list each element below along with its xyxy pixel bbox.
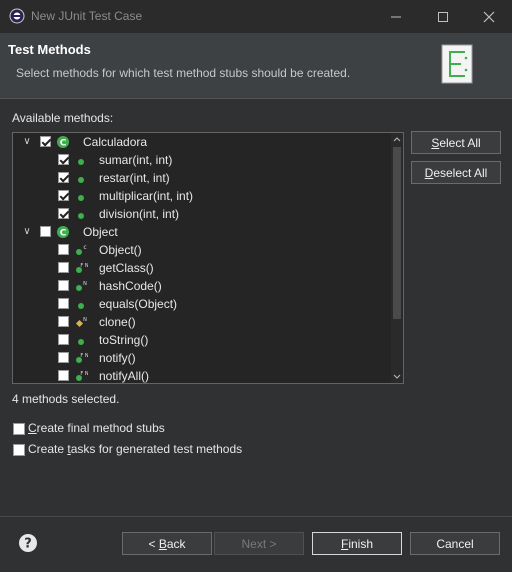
public-method-icon xyxy=(78,159,84,165)
tree-label: multiplicar(int, int) xyxy=(99,189,194,203)
checkbox-method[interactable] xyxy=(58,190,69,201)
public-method-icon xyxy=(78,177,84,183)
svg-text:c: c xyxy=(83,244,86,251)
svg-text:F N: F N xyxy=(80,353,88,359)
tree-scrollbar[interactable] xyxy=(391,133,403,383)
checkbox-method[interactable] xyxy=(58,334,69,345)
final-stubs-label[interactable]: Create final method stubs xyxy=(28,421,165,435)
finish-button[interactable]: Finish xyxy=(312,532,402,555)
tree-row-object[interactable]: ∨ C Object xyxy=(13,223,389,241)
tree-row-method[interactable]: N hashCode() xyxy=(13,277,389,295)
junit-wizard-banner-icon xyxy=(441,44,473,84)
native-method-icon: N xyxy=(76,281,87,291)
deselect-all-button[interactable]: Deselect All xyxy=(411,161,501,184)
checkbox-object[interactable] xyxy=(40,226,51,237)
maximize-icon[interactable] xyxy=(420,0,466,33)
checkbox-method[interactable] xyxy=(58,370,69,381)
class-icon: C xyxy=(57,226,69,239)
cancel-button[interactable]: Cancel xyxy=(410,532,500,555)
final-native-method-icon: F N xyxy=(76,371,88,381)
tree-label: division(int, int) xyxy=(99,207,180,221)
tree-label: restar(int, int) xyxy=(99,171,170,185)
available-methods-label: Available methods: xyxy=(12,111,114,125)
checkbox-method[interactable] xyxy=(58,154,69,165)
final-native-method-icon: F N xyxy=(76,263,88,273)
tree-row-method[interactable]: c Object() xyxy=(13,241,389,259)
tree-row-method[interactable]: equals(Object) xyxy=(13,295,389,313)
expand-chevron-icon[interactable]: ∨ xyxy=(21,136,33,148)
checkbox-method[interactable] xyxy=(58,244,69,255)
close-icon[interactable] xyxy=(466,0,512,33)
checkbox-method[interactable] xyxy=(58,352,69,363)
eclipse-icon xyxy=(9,8,25,24)
tree-label: toString() xyxy=(99,333,149,347)
tree-label: Calculadora xyxy=(83,135,148,149)
checkbox-calculadora[interactable] xyxy=(40,136,51,147)
tree-label: Object() xyxy=(99,243,142,257)
tree-label: sumar(int, int) xyxy=(99,153,173,167)
next-button[interactable]: Next > xyxy=(214,532,304,555)
svg-text:C: C xyxy=(60,139,67,149)
svg-text:C: C xyxy=(60,229,67,239)
checkbox-method[interactable] xyxy=(58,280,69,291)
tree-label: clone() xyxy=(99,315,136,329)
tree-label: notify() xyxy=(99,351,136,365)
class-icon: C xyxy=(57,136,69,149)
tree-row-calculadora[interactable]: ∨ C Calculadora xyxy=(13,133,389,151)
page-title: Test Methods xyxy=(8,42,91,57)
scrollbar-thumb[interactable] xyxy=(393,147,401,319)
help-icon[interactable]: ? xyxy=(18,533,38,553)
page-description: Select methods for which test method stu… xyxy=(16,66,351,80)
svg-text:F N: F N xyxy=(80,371,88,377)
tree-row-method[interactable]: F N notifyAll() xyxy=(13,367,389,383)
tree-row-method[interactable]: multiplicar(int, int) xyxy=(13,187,389,205)
methods-tree[interactable]: ∨ C Calculadora sumar(int, int) restar(i… xyxy=(12,132,404,384)
select-all-button[interactable]: Select All xyxy=(411,131,501,154)
checkbox-method[interactable] xyxy=(58,172,69,183)
final-native-method-icon: F N xyxy=(76,353,88,363)
checkbox-method[interactable] xyxy=(58,316,69,327)
tree-label: notifyAll() xyxy=(99,369,150,383)
scroll-up-icon[interactable] xyxy=(393,136,401,142)
tree-row-method[interactable]: toString() xyxy=(13,331,389,349)
tree-row-method[interactable]: restar(int, int) xyxy=(13,169,389,187)
footer-divider xyxy=(0,516,512,517)
tree-label: getClass() xyxy=(99,261,154,275)
constructor-icon: c xyxy=(76,244,87,255)
protected-native-method-icon: N xyxy=(75,317,87,328)
checkbox-method[interactable] xyxy=(58,298,69,309)
tree-row-method[interactable]: F N getClass() xyxy=(13,259,389,277)
tree-label: hashCode() xyxy=(99,279,162,293)
public-method-icon xyxy=(78,195,84,201)
expand-chevron-icon[interactable]: ∨ xyxy=(21,226,33,238)
tree-label: Object xyxy=(83,225,118,239)
generate-tasks-label[interactable]: Create tasks for generated test methods xyxy=(28,442,242,456)
minimize-icon[interactable] xyxy=(373,0,419,33)
tree-row-method[interactable]: F N notify() xyxy=(13,349,389,367)
public-method-icon xyxy=(78,339,84,345)
svg-text:F N: F N xyxy=(80,263,88,269)
back-button[interactable]: < Back xyxy=(122,532,212,555)
checkbox-method[interactable] xyxy=(58,208,69,219)
public-method-icon xyxy=(78,213,84,219)
final-stubs-checkbox[interactable] xyxy=(13,423,25,435)
window-title: New JUnit Test Case xyxy=(31,9,143,23)
svg-text:N: N xyxy=(83,317,87,323)
public-method-icon xyxy=(78,303,84,309)
tree-row-method[interactable]: division(int, int) xyxy=(13,205,389,223)
tree-label: equals(Object) xyxy=(99,297,178,311)
tree-row-method[interactable]: N clone() xyxy=(13,313,389,331)
checkbox-method[interactable] xyxy=(58,262,69,273)
svg-text:?: ? xyxy=(24,537,32,552)
selection-status: 4 methods selected. xyxy=(12,392,120,406)
svg-text:N: N xyxy=(83,281,87,287)
scroll-down-icon[interactable] xyxy=(393,374,401,380)
generate-tasks-checkbox[interactable] xyxy=(13,444,25,456)
tree-row-method[interactable]: sumar(int, int) xyxy=(13,151,389,169)
